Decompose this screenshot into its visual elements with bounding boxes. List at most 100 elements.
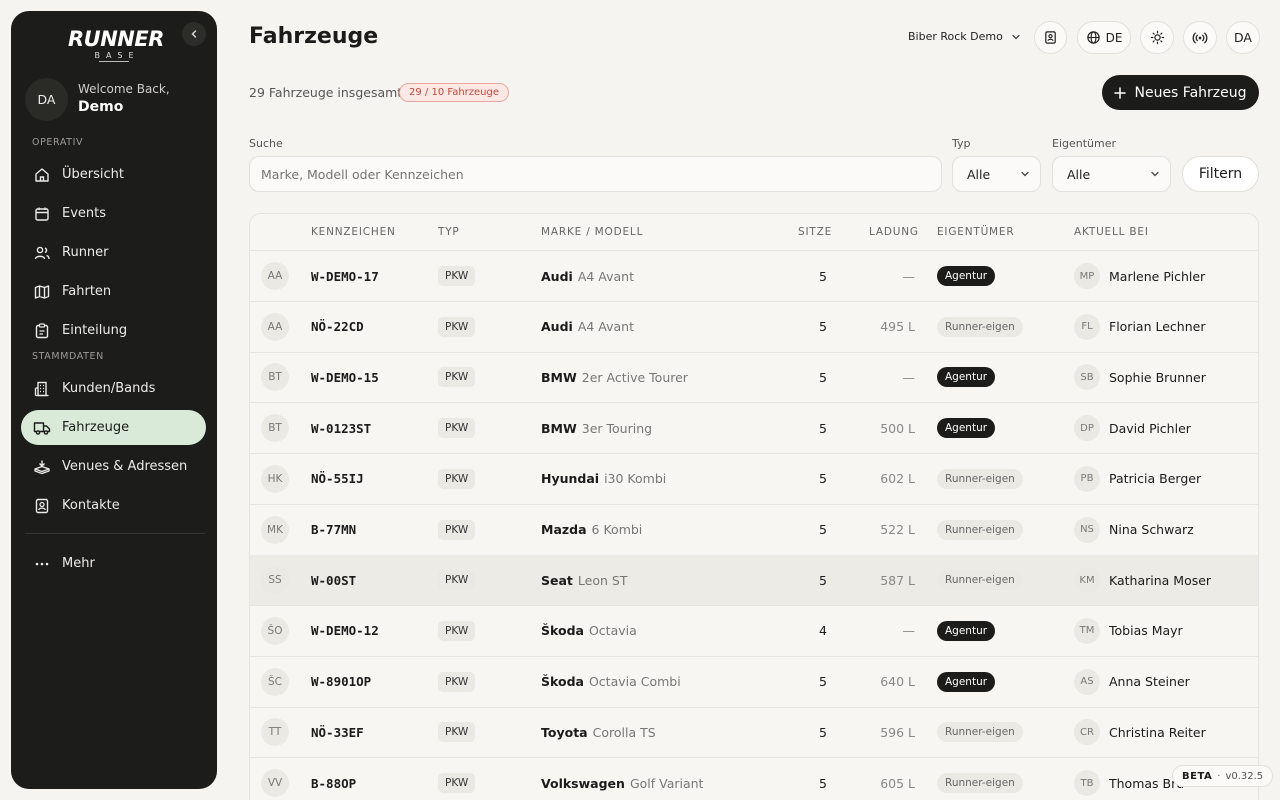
vehicle-brand: Audi	[541, 319, 573, 335]
vehicle-model: 3er Touring	[581, 420, 653, 436]
sidebar-item-kontakte[interactable]: Kontakte	[21, 488, 206, 523]
current-holder-cell: FL Florian Lechner	[1074, 302, 1205, 352]
collapse-sidebar-button[interactable]	[182, 22, 206, 46]
column-header-current[interactable]: AKTUELL BEI	[1074, 226, 1149, 238]
person-name: Nina Schwarz	[1109, 522, 1194, 537]
person-name: Marlene Pichler	[1109, 268, 1206, 284]
sidebar-item-uebersicht[interactable]: Übersicht	[21, 157, 206, 192]
vehicle-initials-badge: BT	[261, 414, 289, 443]
person-avatar: FL	[1074, 313, 1100, 340]
user-avatar[interactable]: DA	[25, 78, 68, 121]
vehicle-model: i30 Kombi	[604, 471, 667, 487]
cargo-cell: 587 L	[850, 555, 915, 605]
sidebar-item-einteilung[interactable]: Einteilung	[21, 313, 206, 348]
model-cell: Škoda Octavia	[541, 606, 637, 656]
current-holder-cell: DP David Pichler	[1074, 403, 1191, 453]
type-cell: PKW	[438, 758, 476, 800]
table-row[interactable]: MK B-77MN PKW Mazda 6 Kombi 5 522 L Runner-eige…	[250, 505, 1258, 556]
version-number: v0.32.5	[1225, 770, 1264, 782]
column-header-owner[interactable]: EIGENTÜMER	[937, 226, 1014, 238]
vehicle-brand: Volkswagen	[541, 775, 625, 791]
vehicle-type-pill: PKW	[438, 316, 476, 337]
owner-cell: Runner-eigen	[937, 505, 1023, 555]
seat-count: 5	[819, 724, 827, 740]
column-header-seats[interactable]: SITZE	[798, 226, 832, 238]
owner-cell: Runner-eigen	[937, 707, 1023, 757]
owner-badge: Runner-eigen	[937, 316, 1023, 337]
venue-icon	[33, 458, 51, 476]
seat-count: 5	[819, 268, 827, 284]
cargo-cell: 602 L	[850, 454, 915, 504]
user-menu-avatar[interactable]: DA	[1226, 21, 1260, 54]
new-vehicle-button[interactable]: Neues Fahrzeug	[1102, 75, 1259, 110]
seats-cell: 5	[790, 505, 827, 555]
sidebar-item-runner[interactable]: Runner	[21, 235, 206, 270]
table-row[interactable]: TT NÖ-33EF PKW Toyota Corolla TS 5 596 L Runner…	[250, 707, 1258, 759]
type-filter-select[interactable]: Alle	[952, 156, 1041, 192]
column-header-model[interactable]: MARKE / MODELL	[541, 226, 643, 238]
live-status-button[interactable]	[1183, 21, 1217, 54]
type-cell: PKW	[438, 707, 476, 757]
table-row[interactable]: AA W-DEMO-17 PKW Audi A4 Avant 5 — Agentur MP Mar…	[250, 251, 1258, 302]
search-input[interactable]	[249, 156, 942, 192]
current-holder-cell: AS Anna Steiner	[1074, 657, 1190, 707]
column-header-plate[interactable]: KENNZEICHEN	[311, 226, 396, 238]
cargo-cell: 500 L	[850, 403, 915, 453]
sidebar-item-mehr[interactable]: Mehr	[21, 546, 206, 581]
column-header-type[interactable]: TYP	[438, 226, 460, 238]
current-holder-cell: CR Christina Reiter	[1074, 707, 1206, 757]
table-row[interactable]: SS W-00ST PKW Seat Leon ST 5 587 L Runner-eigen…	[250, 555, 1258, 607]
plate-cell: B-88OP	[311, 758, 356, 800]
table-row[interactable]: BT W-0123ST PKW BMW 3er Touring 5 500 L Agentur…	[250, 403, 1258, 455]
table-row[interactable]: HK NÖ-55IJ PKW Hyundai i30 Kombi 5 602 L Runner…	[250, 454, 1258, 505]
contacts-book-button[interactable]	[1034, 21, 1067, 54]
theme-toggle-button[interactable]	[1140, 21, 1174, 54]
table-row[interactable]: AA NÖ-22CD PKW Audi A4 Avant 5 495 L Runner-eig…	[250, 302, 1258, 353]
sidebar-item-venues[interactable]: Venues & Adressen	[21, 449, 206, 484]
column-header-cargo[interactable]: LADUNG	[869, 226, 919, 238]
table-row[interactable]: ŠC W-8901OP PKW Škoda Octavia Combi 5 640 L Age…	[250, 657, 1258, 708]
sidebar-item-fahrten[interactable]: Fahrten	[21, 274, 206, 309]
license-plate: NÖ-33EF	[311, 724, 364, 740]
vehicle-model: 6 Kombi	[591, 522, 643, 537]
sidebar-divider	[25, 533, 205, 534]
plate-cell: W-8901OP	[311, 657, 371, 707]
cargo-cell: —	[850, 251, 916, 301]
owner-badge: Runner-eigen	[937, 519, 1023, 540]
sidebar-item-events[interactable]: Events	[21, 196, 206, 231]
current-holder-cell: NS Nina Schwarz	[1074, 505, 1194, 555]
cargo-volume: 640 L	[880, 674, 915, 690]
person-name: Christina Reiter	[1109, 724, 1206, 740]
owner-filter-select[interactable]: Alle	[1052, 156, 1171, 192]
runner-base-logo[interactable]: RUNNER BASE	[68, 27, 164, 71]
seats-cell: 5	[790, 454, 827, 504]
organization-select[interactable]: Biber Rock Demo	[908, 30, 1021, 43]
vehicle-model: A4 Avant	[577, 319, 634, 335]
language-button[interactable]: DE	[1077, 21, 1131, 54]
owner-cell: Agentur	[937, 657, 996, 707]
person-avatar: PB	[1074, 465, 1100, 492]
language-code: DE	[1105, 30, 1123, 45]
model-cell: Hyundai i30 Kombi	[541, 454, 666, 504]
vehicle-initials-badge: VV	[261, 769, 289, 797]
cargo-cell: —	[850, 352, 916, 402]
sidebar-item-fahrzeuge[interactable]: Fahrzeuge	[21, 410, 206, 445]
model-cell: Škoda Octavia Combi	[541, 657, 681, 707]
person-name: David Pichler	[1109, 420, 1191, 436]
vehicle-model: Corolla TS	[592, 724, 656, 740]
table-row[interactable]: BT W-DEMO-15 PKW BMW 2er Active Tourer 5 — Agen…	[250, 352, 1258, 404]
seat-count: 5	[819, 522, 827, 537]
vehicle-type-pill: PKW	[438, 773, 476, 793]
filter-button[interactable]: Filtern	[1182, 156, 1259, 192]
sidebar-item-kunden-bands[interactable]: Kunden/Bands	[21, 371, 206, 406]
type-filter-label: Typ	[952, 137, 971, 150]
owner-badge: Runner-eigen	[937, 468, 1023, 489]
person-avatar: DP	[1074, 415, 1100, 442]
table-row[interactable]: VV B-88OP PKW Volkswagen Golf Variant 5 605 L R…	[250, 758, 1258, 800]
vehicle-type-pill: PKW	[438, 620, 476, 641]
license-plate: W-0123ST	[311, 420, 372, 436]
vehicle-initials-cell: BT	[261, 352, 289, 402]
owner-cell: Runner-eigen	[937, 555, 1023, 605]
sidebar-item-label: Übersicht	[62, 167, 124, 182]
table-row[interactable]: ŠO W-DEMO-12 PKW Škoda Octavia 4 — Agentur TM Tob…	[250, 606, 1258, 657]
